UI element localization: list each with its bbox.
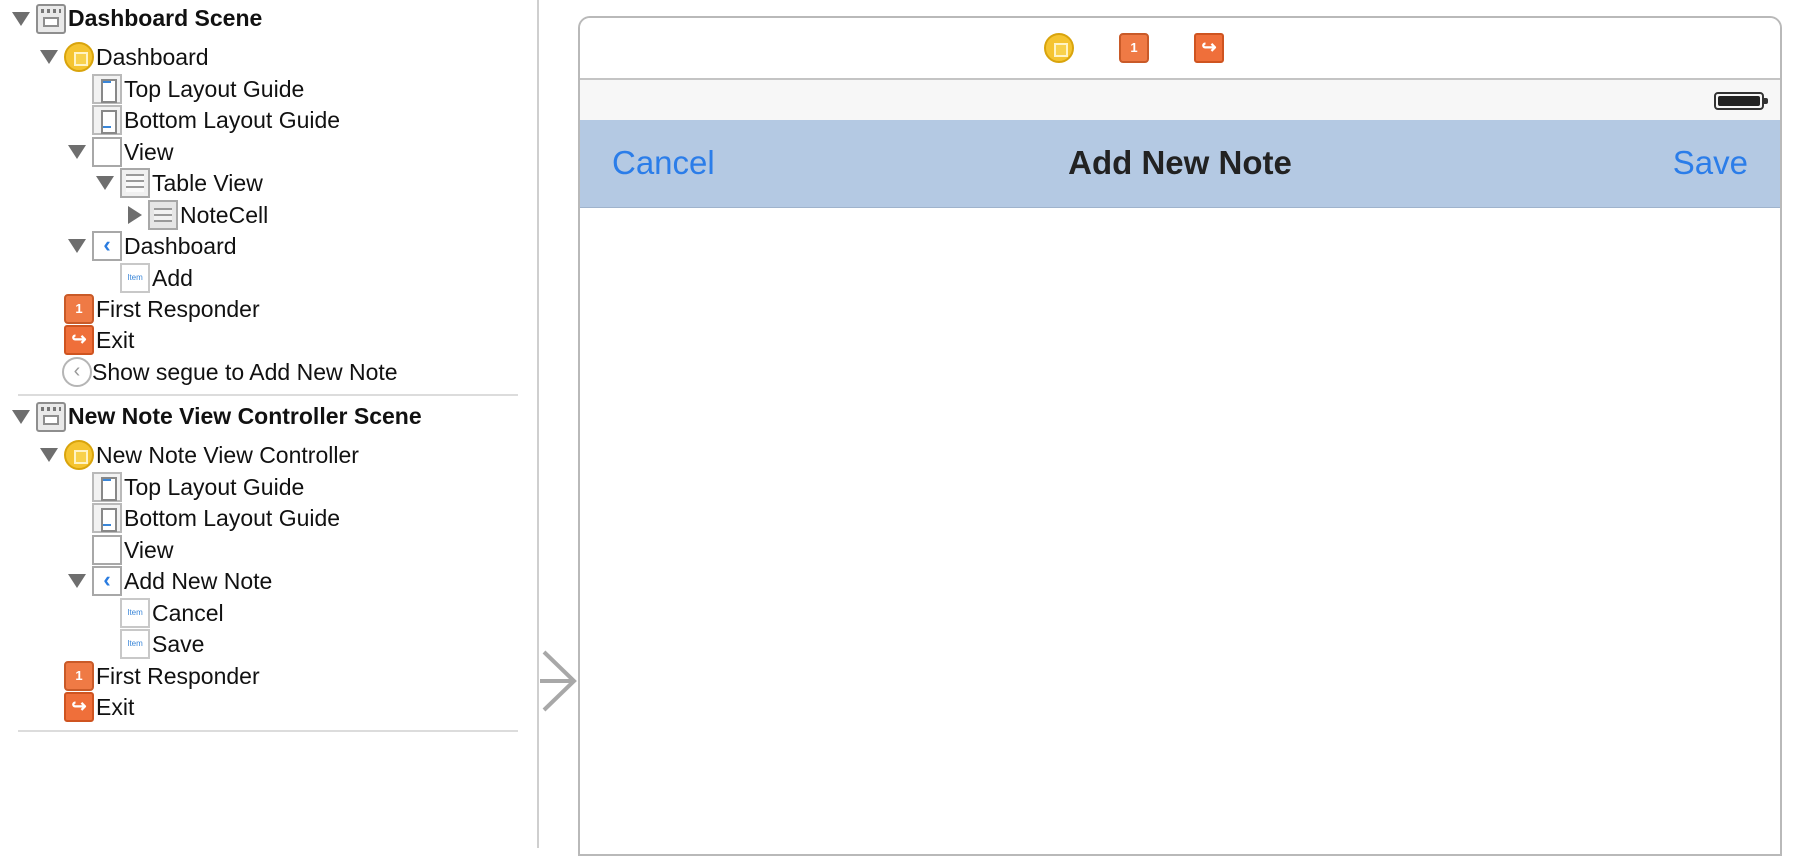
disclosure-triangle-icon[interactable] — [12, 410, 30, 424]
outline-item-segue[interactable]: ‹ Show segue to Add New Note — [0, 355, 530, 389]
navigation-item-icon: ‹ — [92, 231, 122, 261]
outline-item-label: Dashboard — [96, 44, 209, 70]
outline-item-exit[interactable]: ↪ Exit — [0, 690, 530, 724]
outline-item-label: Table View — [152, 170, 263, 196]
scene-divider — [18, 730, 518, 732]
outline-item-label: Add New Note — [124, 568, 273, 594]
first-responder-icon: 1 — [64, 661, 94, 691]
scene-icon — [36, 402, 66, 432]
scene-row-new-note[interactable]: New Note View Controller Scene — [0, 400, 530, 434]
top-layout-guide-icon — [92, 74, 122, 104]
outline-item-label: View — [124, 139, 174, 165]
outline-item-table-view[interactable]: Table View — [0, 166, 530, 200]
first-responder-icon: 1 — [64, 294, 94, 324]
outline-item-add[interactable]: Item Add — [0, 261, 530, 295]
exit-icon: ↪ — [64, 325, 94, 355]
scene-divider — [18, 394, 518, 396]
outline-item-notecell[interactable]: NoteCell — [0, 198, 530, 232]
outline-item-label: NoteCell — [180, 202, 269, 228]
content-view[interactable] — [580, 208, 1780, 854]
top-layout-guide-icon — [92, 472, 122, 502]
outline-item-label: Top Layout Guide — [124, 474, 305, 500]
bar-button-item-icon: Item — [120, 598, 150, 628]
outline-item-first-responder[interactable]: 1 First Responder — [0, 659, 530, 693]
outline-item-label: Bottom Layout Guide — [124, 505, 341, 531]
outline-item-label: New Note View Controller — [96, 442, 359, 468]
view-controller-frame[interactable]: 1 ↪ Cancel Add New Note Save — [578, 16, 1782, 856]
battery-icon — [1714, 92, 1768, 110]
document-outline: Dashboard Scene Dashboard Top Layout Gui… — [0, 0, 538, 848]
status-bar — [580, 80, 1780, 120]
scene-icon — [36, 4, 66, 34]
scene-title: Dashboard Scene — [68, 5, 263, 31]
exit-icon[interactable]: ↪ — [1194, 33, 1224, 63]
disclosure-triangle-icon[interactable] — [68, 239, 86, 253]
outline-item-bottom-layout-guide[interactable]: Bottom Layout Guide — [0, 501, 530, 535]
outline-item-navigation-item[interactable]: ‹ Dashboard — [0, 229, 530, 263]
view-controller-icon — [64, 440, 94, 470]
bottom-layout-guide-icon — [92, 503, 122, 533]
outline-item-label: Bottom Layout Guide — [124, 107, 341, 133]
outline-item-exit[interactable]: ↪ Exit — [0, 323, 530, 357]
outline-item-label: Top Layout Guide — [124, 76, 305, 102]
outline-item-cancel[interactable]: Item Cancel — [0, 596, 530, 630]
segue-icon: ‹ — [62, 357, 92, 387]
navigation-bar: Cancel Add New Note Save — [580, 120, 1780, 208]
disclosure-triangle-icon[interactable] — [96, 176, 114, 190]
outline-item-label: Exit — [96, 694, 135, 720]
outline-item-top-layout-guide[interactable]: Top Layout Guide — [0, 470, 530, 504]
outline-item-label: Dashboard — [124, 233, 237, 259]
navigation-item-icon: ‹ — [92, 566, 122, 596]
scene-dock: 1 ↪ — [580, 18, 1780, 80]
bar-button-item-icon: Item — [120, 629, 150, 659]
nav-title: Add New Note — [1068, 144, 1292, 181]
disclosure-triangle-icon[interactable] — [68, 145, 86, 159]
outline-item-label: Exit — [96, 327, 135, 353]
outline-item-label: Add — [152, 265, 193, 291]
outline-item-navigation-item[interactable]: ‹ Add New Note — [0, 564, 530, 598]
bar-button-item-icon: Item — [120, 263, 150, 293]
scene-row-dashboard[interactable]: Dashboard Scene — [0, 2, 530, 36]
outline-item-label: First Responder — [96, 663, 260, 689]
scene-title: New Note View Controller Scene — [68, 403, 422, 429]
disclosure-triangle-icon[interactable] — [12, 12, 30, 26]
outline-item-save[interactable]: Item Save — [0, 627, 530, 661]
disclosure-triangle-icon[interactable] — [128, 206, 142, 224]
outline-item-top-layout-guide[interactable]: Top Layout Guide — [0, 72, 530, 106]
disclosure-triangle-icon[interactable] — [40, 50, 58, 64]
outline-item-label: Cancel — [152, 600, 224, 626]
table-cell-icon — [148, 200, 178, 230]
bottom-layout-guide-icon — [92, 105, 122, 135]
view-icon — [92, 535, 122, 565]
first-responder-icon[interactable]: 1 — [1119, 33, 1149, 63]
outline-item-view[interactable]: View — [0, 533, 530, 567]
outline-item-bottom-layout-guide[interactable]: Bottom Layout Guide — [0, 103, 530, 137]
view-icon — [92, 137, 122, 167]
outline-item-first-responder[interactable]: 1 First Responder — [0, 292, 530, 326]
save-button[interactable]: Save — [1673, 144, 1748, 182]
view-controller-icon — [64, 42, 94, 72]
outline-item-label: View — [124, 537, 174, 563]
outline-item-label: Show segue to Add New Note — [92, 359, 398, 385]
outline-item-view[interactable]: View — [0, 135, 530, 169]
disclosure-triangle-icon[interactable] — [40, 448, 58, 462]
segue-arrow-icon — [540, 650, 577, 712]
outline-item-new-note-vc[interactable]: New Note View Controller — [0, 438, 530, 472]
table-view-icon — [120, 168, 150, 198]
view-controller-icon[interactable] — [1044, 33, 1074, 63]
outline-item-label: Save — [152, 631, 205, 657]
outline-item-dashboard-vc[interactable]: Dashboard — [0, 40, 530, 74]
outline-item-label: First Responder — [96, 296, 260, 322]
disclosure-triangle-icon[interactable] — [68, 574, 86, 588]
exit-icon: ↪ — [64, 692, 94, 722]
